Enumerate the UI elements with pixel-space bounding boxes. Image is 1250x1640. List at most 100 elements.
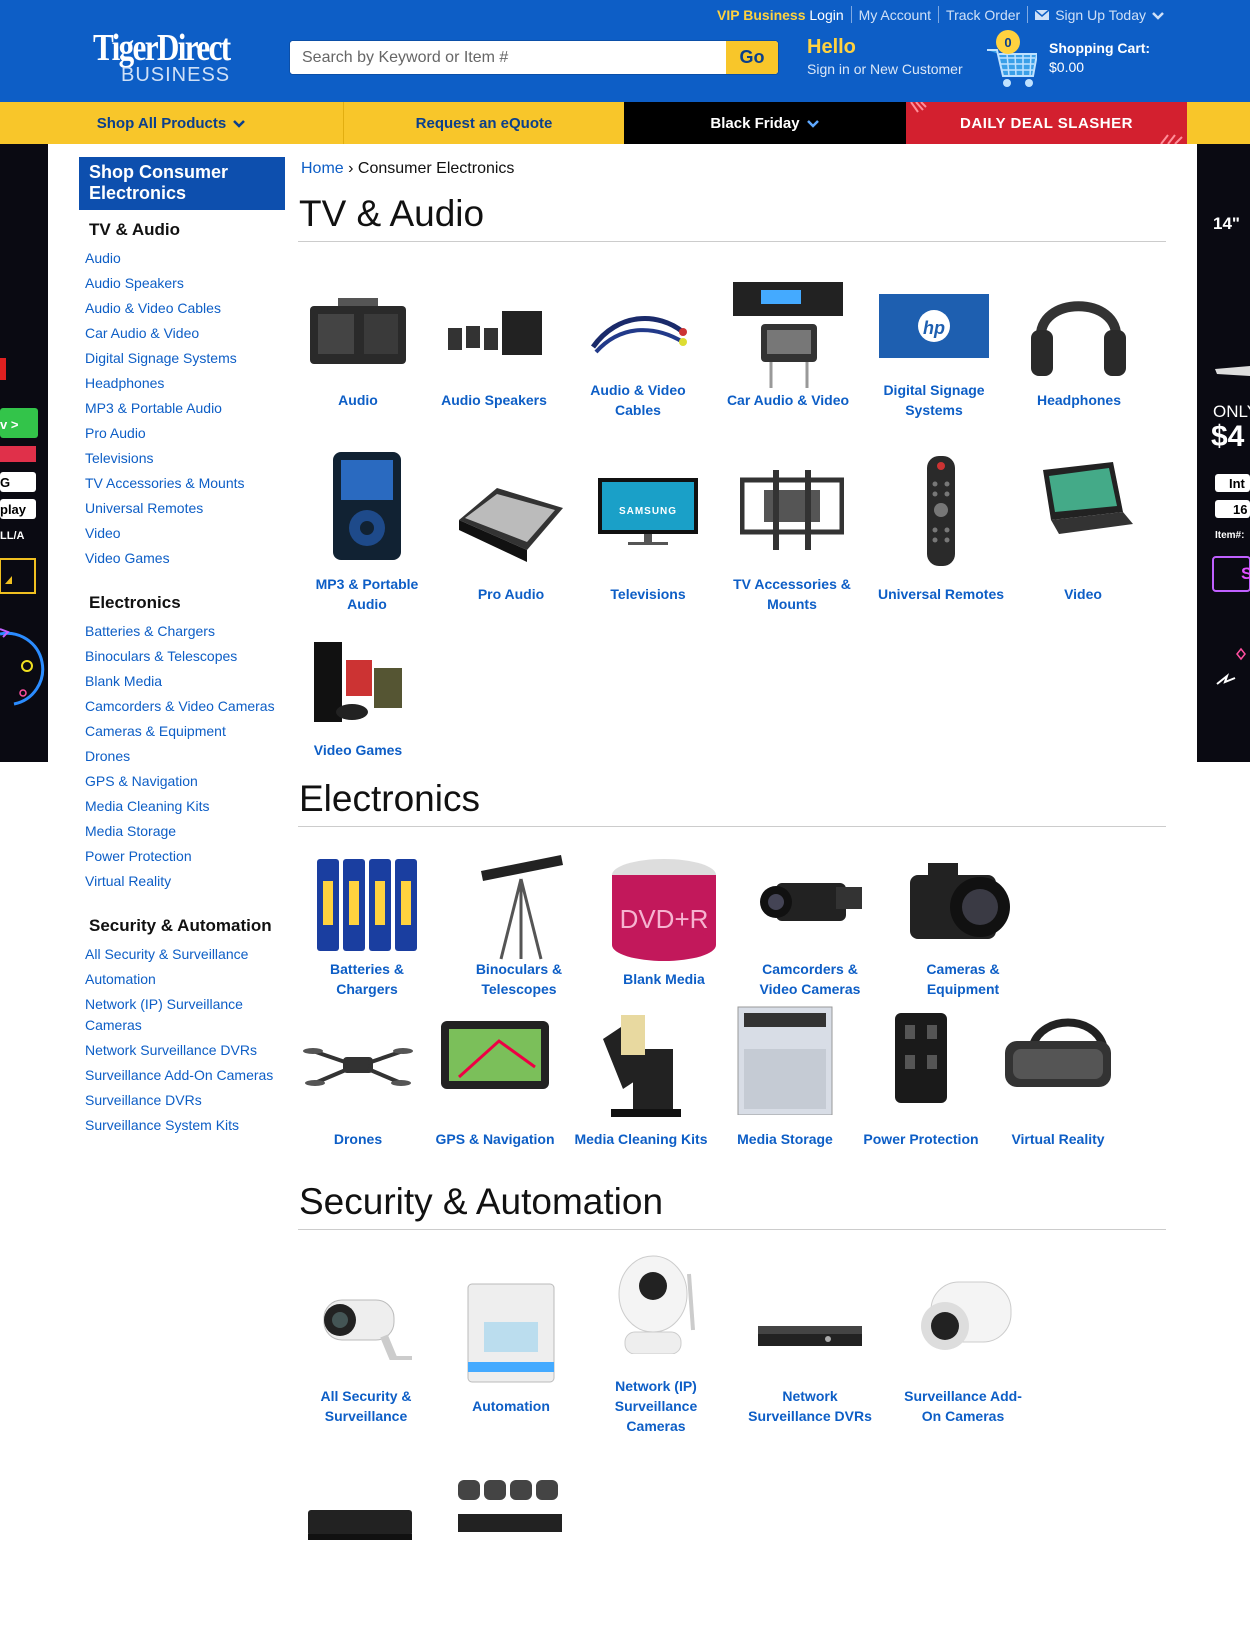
category-label[interactable]: Car Audio & Video [718,390,858,410]
right-side-ad[interactable]: 14" ONLY $4 Int 16 Item#: S [1197,144,1250,762]
track-order-link[interactable]: Track Order [946,7,1020,23]
category-tile[interactable]: GPS & Navigation [434,1021,556,1201]
sidebar-link[interactable]: GPS & Navigation [85,769,285,794]
category-tile[interactable]: Network Surveillance DVRs [744,1254,876,1424]
category-label[interactable]: Batteries & Chargers [302,959,432,999]
sidebar-link[interactable]: Televisions [85,446,285,471]
category-tile[interactable]: Televisions SAMSUNG [588,450,708,620]
category-label[interactable]: Audio Speakers [434,390,554,410]
sidebar-link[interactable]: Video Games [85,546,285,571]
sign-up-link[interactable]: Sign Up Today [1055,7,1146,23]
category-label[interactable]: Video [1034,584,1132,604]
sidebar-link[interactable]: MP3 & Portable Audio [85,396,285,421]
category-label[interactable]: Audio [298,390,418,410]
category-label[interactable]: Camcorders & Video Cameras [742,959,878,999]
sidebar-link[interactable]: Cameras & Equipment [85,719,285,744]
category-label[interactable]: All Security & Surveillance [298,1386,434,1426]
account-greeting[interactable]: Hello Sign in or New Customer [807,36,963,77]
search-input[interactable] [290,41,727,74]
category-label[interactable]: Universal Remotes [876,584,1006,604]
category-label[interactable]: Headphones [1018,390,1140,410]
category-tile[interactable]: Power Protection [858,1013,984,1201]
category-tile[interactable] [448,1470,572,1640]
category-image[interactable] [314,1290,418,1365]
category-tile[interactable]: Camcorders & Video Cameras [742,851,878,1021]
category-label[interactable]: Binoculars & Telescopes [454,959,584,999]
category-image[interactable] [306,1496,414,1547]
category-label[interactable]: Drones [298,1129,418,1149]
category-image[interactable] [593,1009,689,1124]
category-tile[interactable]: Audio [298,280,418,450]
category-image[interactable] [454,1474,566,1539]
category-tile[interactable]: Pro Audio [448,450,574,620]
sidebar-link[interactable]: Car Audio & Video [85,321,285,346]
category-tile[interactable]: All Security & Surveillance [298,1254,434,1424]
nav-black-friday[interactable]: Black Friday [624,102,906,144]
category-label[interactable]: Media Storage [728,1129,842,1149]
category-label[interactable]: TV Accessories & Mounts [728,574,856,614]
category-tile[interactable]: Virtual Reality [1004,1018,1112,1201]
sidebar-link[interactable]: Network Surveillance DVRs [85,1038,285,1063]
category-tile[interactable]: Digital Signage Systems hp [864,280,1004,450]
category-image[interactable] [885,1011,957,1110]
sidebar-link[interactable]: Network (IP) Surveillance Cameras [85,994,255,1036]
sign-in-link[interactable]: Sign in or New Customer [807,61,963,77]
category-image[interactable] [1026,280,1132,385]
category-image[interactable] [756,867,864,932]
category-tile[interactable]: Binoculars & Telescopes [454,851,584,1021]
category-image[interactable] [444,306,544,367]
search-go-button[interactable]: Go [726,41,778,74]
category-label[interactable]: Video Games [298,740,418,760]
sidebar-link[interactable]: Surveillance DVRs [85,1088,285,1113]
sidebar-link[interactable]: Binoculars & Telescopes [85,644,285,669]
category-label[interactable]: Audio & Video Cables [578,380,698,420]
login-link[interactable]: Login [809,7,843,23]
sidebar-link[interactable]: Batteries & Chargers [85,619,285,644]
sidebar-link[interactable]: Blank Media [85,669,285,694]
category-tile[interactable]: Media Cleaning Kits [574,1015,708,1201]
shopping-cart[interactable]: 0 Shopping Cart: $0.00 [985,30,1155,90]
category-tile[interactable]: TV Accessories & Mounts [728,450,856,620]
category-image[interactable] [588,302,688,367]
nav-shop-all-products[interactable]: Shop All Products [0,102,344,144]
category-tile[interactable]: MP3 & Portable Audio [302,450,432,620]
sidebar-link[interactable]: Audio [85,246,285,271]
category-tile[interactable]: Batteries & Chargers [302,851,432,1021]
category-tile[interactable]: Automation [454,1254,568,1424]
category-image[interactable] [911,1276,1015,1365]
sidebar-link[interactable]: Media Storage [85,819,285,844]
category-label[interactable]: MP3 & Portable Audio [302,574,432,614]
category-label[interactable]: Network Surveillance DVRs [744,1386,876,1426]
category-tile[interactable]: Headphones [1018,280,1140,450]
category-tile[interactable] [304,1470,416,1640]
my-account-link[interactable]: My Account [859,7,931,23]
sidebar-link[interactable]: TV Accessories & Mounts [85,471,285,496]
sidebar-link[interactable]: Audio Speakers [85,271,285,296]
tigerdirect-logo[interactable]: TigerDirect BUSINESS [93,29,245,86]
category-tile[interactable]: Universal Remotes [876,450,1006,620]
category-label[interactable]: Cameras & Equipment [898,959,1028,999]
category-image[interactable] [329,450,405,567]
category-label[interactable]: Digital Signage Systems [864,380,1004,420]
sidebar-link[interactable]: Power Protection [85,844,285,869]
category-tile[interactable]: Video Games [298,640,418,810]
category-tile[interactable]: Video [1033,450,1133,620]
category-tile[interactable]: Cameras & Equipment [898,851,1028,1021]
category-image[interactable] [313,851,421,956]
nav-request-equote[interactable]: Request an eQuote [344,102,624,144]
category-image[interactable] [1003,1015,1113,1096]
category-image[interactable] [1033,460,1133,541]
sidebar-link[interactable]: Automation [85,967,285,992]
category-label[interactable]: GPS & Navigation [434,1129,556,1149]
sidebar-link[interactable]: Surveillance System Kits [85,1113,285,1138]
sidebar-link[interactable]: Digital Signage Systems [85,346,285,371]
category-label[interactable]: Pro Audio [448,584,574,604]
category-image[interactable] [457,470,565,569]
sidebar-link[interactable]: Headphones [85,371,285,396]
category-image[interactable] [308,296,408,373]
sidebar-link[interactable]: Video [85,521,285,546]
sidebar-link[interactable]: Surveillance Add-On Cameras [85,1063,285,1088]
category-label[interactable]: Power Protection [858,1129,984,1149]
category-label[interactable]: Automation [454,1396,568,1416]
category-label[interactable]: Media Cleaning Kits [574,1129,708,1149]
